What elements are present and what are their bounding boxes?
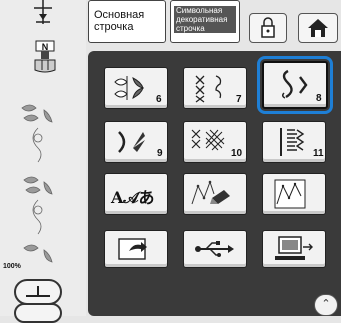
category-button-usb[interactable]: [183, 230, 247, 268]
computer-icon: [275, 236, 313, 260]
category-button-custom-grid[interactable]: [262, 173, 326, 215]
tab-decorative-stitch[interactable]: Символьная декоративная строчка: [170, 0, 240, 43]
category-number: 6: [156, 94, 162, 105]
category-button-characters[interactable]: A𝒜あ: [104, 173, 168, 215]
lock-button[interactable]: [249, 13, 287, 43]
category-number: 8: [316, 93, 322, 104]
presser-foot-icon: N: [34, 40, 56, 73]
my-custom-stitch-edit-icon: [191, 180, 230, 205]
category-button-11[interactable]: 11: [262, 121, 326, 163]
utility-tab-line1: Основная: [94, 9, 145, 21]
category-number: 9: [157, 148, 163, 159]
category-button-7[interactable]: 7: [183, 67, 247, 109]
utility-tab-line2: строчка: [94, 21, 134, 33]
needle-position-icon[interactable]: [30, 0, 56, 34]
decorative-tab-line3: строчка: [174, 24, 236, 33]
category-number: 10: [231, 148, 243, 159]
svg-text:N: N: [42, 42, 49, 52]
home-button[interactable]: [298, 13, 338, 43]
category-button-6[interactable]: 6: [104, 67, 168, 109]
next-function-button[interactable]: [14, 303, 62, 323]
usb-icon: [195, 241, 234, 257]
category-button-computer[interactable]: [262, 230, 326, 268]
category-button-custom-edit[interactable]: [183, 173, 247, 215]
tab-utility-stitch[interactable]: Основная строчка: [88, 0, 166, 43]
category-button-9[interactable]: 9: [104, 121, 168, 163]
stitch-pattern-preview: [21, 104, 53, 263]
recall-memory-icon: [118, 238, 147, 260]
zoom-level-label: 100%: [3, 263, 21, 270]
category-number: 7: [236, 94, 242, 105]
decorative-tab-line1: Символьная: [174, 6, 236, 15]
category-button-recall[interactable]: [104, 230, 168, 268]
lock-icon: [261, 17, 275, 38]
character-stitch-icon: A𝒜あ: [111, 188, 155, 207]
category-button-10[interactable]: 10: [183, 121, 247, 163]
scroll-up-button[interactable]: ⌃: [314, 294, 338, 316]
double-chevron-up-icon: ⌃: [321, 298, 331, 310]
category-button-8-selected[interactable]: 8: [257, 56, 333, 114]
home-icon: [308, 19, 328, 37]
category-number: 11: [313, 148, 324, 159]
decorative-tab-line2: декоративная: [174, 15, 236, 24]
single-needle-icon: [26, 286, 50, 297]
needle-mode-button[interactable]: [14, 279, 62, 305]
my-custom-stitch-grid-icon: [274, 179, 306, 209]
